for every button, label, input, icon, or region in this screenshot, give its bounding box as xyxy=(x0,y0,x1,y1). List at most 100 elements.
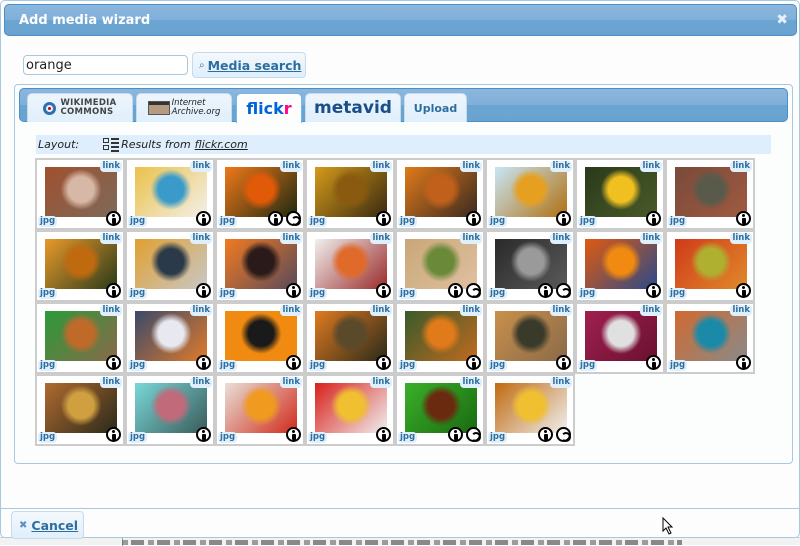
result-item[interactable]: link jpg xyxy=(215,158,305,230)
cc-attribution-icon[interactable] xyxy=(538,427,553,442)
cc-attribution-icon[interactable] xyxy=(736,283,751,298)
cc-attribution-icon[interactable] xyxy=(196,283,211,298)
result-link-badge[interactable]: link xyxy=(460,233,482,244)
result-item[interactable]: link jpg xyxy=(485,230,575,302)
result-link-badge[interactable]: link xyxy=(640,233,662,244)
result-link-badge[interactable]: link xyxy=(730,161,752,172)
list-layout-icon[interactable] xyxy=(103,137,120,152)
flickr-source-link[interactable]: flickr.com xyxy=(195,138,248,151)
result-thumbnail[interactable] xyxy=(225,239,297,289)
close-icon[interactable]: ✖ xyxy=(776,12,788,28)
result-link-badge[interactable]: link xyxy=(100,161,122,172)
result-thumbnail[interactable] xyxy=(45,383,117,433)
result-link-badge[interactable]: link xyxy=(460,377,482,388)
result-link-badge[interactable]: link xyxy=(100,233,122,244)
result-item[interactable]: link jpg xyxy=(665,158,755,230)
result-thumbnail[interactable] xyxy=(45,239,117,289)
result-item[interactable]: link jpg xyxy=(125,158,215,230)
result-thumbnail[interactable] xyxy=(495,167,567,217)
result-thumbnail[interactable] xyxy=(45,311,117,361)
cc-attribution-icon[interactable] xyxy=(196,355,211,370)
result-link-badge[interactable]: link xyxy=(280,305,302,316)
result-thumbnail[interactable] xyxy=(495,383,567,433)
result-link-badge[interactable]: link xyxy=(550,161,572,172)
result-thumbnail[interactable] xyxy=(135,383,207,433)
cc-attribution-icon[interactable] xyxy=(466,355,481,370)
result-item[interactable]: link jpg xyxy=(395,302,485,374)
cc-share-alike-icon[interactable] xyxy=(286,211,301,226)
result-link-badge[interactable]: link xyxy=(280,233,302,244)
result-thumbnail[interactable] xyxy=(135,239,207,289)
result-item[interactable]: link jpg xyxy=(215,302,305,374)
result-thumbnail[interactable] xyxy=(675,311,747,361)
result-item[interactable]: link jpg xyxy=(485,374,575,446)
cc-attribution-icon[interactable] xyxy=(196,211,211,226)
result-link-badge[interactable]: link xyxy=(640,305,662,316)
result-thumbnail[interactable] xyxy=(495,239,567,289)
result-item[interactable]: link jpg xyxy=(35,158,125,230)
result-thumbnail[interactable] xyxy=(225,167,297,217)
result-item[interactable]: link jpg xyxy=(395,230,485,302)
result-item[interactable]: link jpg xyxy=(305,230,395,302)
result-link-badge[interactable]: link xyxy=(460,305,482,316)
result-link-badge[interactable]: link xyxy=(370,305,392,316)
result-item[interactable]: link jpg xyxy=(125,374,215,446)
cc-share-alike-icon[interactable] xyxy=(466,283,481,298)
result-link-badge[interactable]: link xyxy=(190,233,212,244)
result-item[interactable]: link jpg xyxy=(215,230,305,302)
result-link-badge[interactable]: link xyxy=(730,305,752,316)
result-thumbnail[interactable] xyxy=(225,383,297,433)
cc-attribution-icon[interactable] xyxy=(286,427,301,442)
cc-attribution-icon[interactable] xyxy=(556,355,571,370)
result-thumbnail[interactable] xyxy=(315,311,387,361)
result-thumbnail[interactable] xyxy=(675,167,747,217)
result-item[interactable]: link jpg xyxy=(305,374,395,446)
result-thumbnail[interactable] xyxy=(405,239,477,289)
result-thumbnail[interactable] xyxy=(405,383,477,433)
result-thumbnail[interactable] xyxy=(45,167,117,217)
result-item[interactable]: link jpg xyxy=(125,302,215,374)
result-item[interactable]: link jpg xyxy=(665,302,755,374)
result-link-badge[interactable]: link xyxy=(550,233,572,244)
cc-attribution-icon[interactable] xyxy=(538,283,553,298)
result-item[interactable]: link jpg xyxy=(35,230,125,302)
cc-share-alike-icon[interactable] xyxy=(466,427,481,442)
result-link-badge[interactable]: link xyxy=(730,233,752,244)
result-item[interactable]: link jpg xyxy=(125,230,215,302)
result-thumbnail[interactable] xyxy=(225,311,297,361)
result-item[interactable]: link jpg xyxy=(305,158,395,230)
result-item[interactable]: link jpg xyxy=(575,158,665,230)
result-item[interactable]: link jpg xyxy=(305,302,395,374)
cc-attribution-icon[interactable] xyxy=(466,211,481,226)
result-item[interactable]: link jpg xyxy=(575,302,665,374)
result-thumbnail[interactable] xyxy=(135,167,207,217)
cc-attribution-icon[interactable] xyxy=(448,427,463,442)
result-link-badge[interactable]: link xyxy=(370,233,392,244)
cc-attribution-icon[interactable] xyxy=(268,211,283,226)
cc-attribution-icon[interactable] xyxy=(196,427,211,442)
result-link-badge[interactable]: link xyxy=(100,305,122,316)
result-item[interactable]: link jpg xyxy=(395,374,485,446)
result-item[interactable]: link jpg xyxy=(35,374,125,446)
cc-attribution-icon[interactable] xyxy=(106,355,121,370)
result-link-badge[interactable]: link xyxy=(460,161,482,172)
cancel-button[interactable]: ✖ Cancel xyxy=(11,511,84,539)
cc-attribution-icon[interactable] xyxy=(286,355,301,370)
tab-metavid[interactable]: metavid xyxy=(305,93,401,122)
result-link-badge[interactable]: link xyxy=(190,305,212,316)
result-link-badge[interactable]: link xyxy=(190,377,212,388)
result-link-badge[interactable]: link xyxy=(550,305,572,316)
result-link-badge[interactable]: link xyxy=(640,161,662,172)
search-input[interactable] xyxy=(23,55,188,75)
result-item[interactable]: link jpg xyxy=(215,374,305,446)
cc-attribution-icon[interactable] xyxy=(376,355,391,370)
result-link-badge[interactable]: link xyxy=(100,377,122,388)
tab-upload[interactable]: Upload xyxy=(404,93,467,122)
result-thumbnail[interactable] xyxy=(315,167,387,217)
dialog-titlebar[interactable]: Add media wizard ✖ xyxy=(4,4,797,36)
result-link-badge[interactable]: link xyxy=(280,377,302,388)
result-thumbnail[interactable] xyxy=(585,167,657,217)
result-thumbnail[interactable] xyxy=(405,311,477,361)
result-thumbnail[interactable] xyxy=(585,311,657,361)
result-item[interactable]: link jpg xyxy=(665,230,755,302)
